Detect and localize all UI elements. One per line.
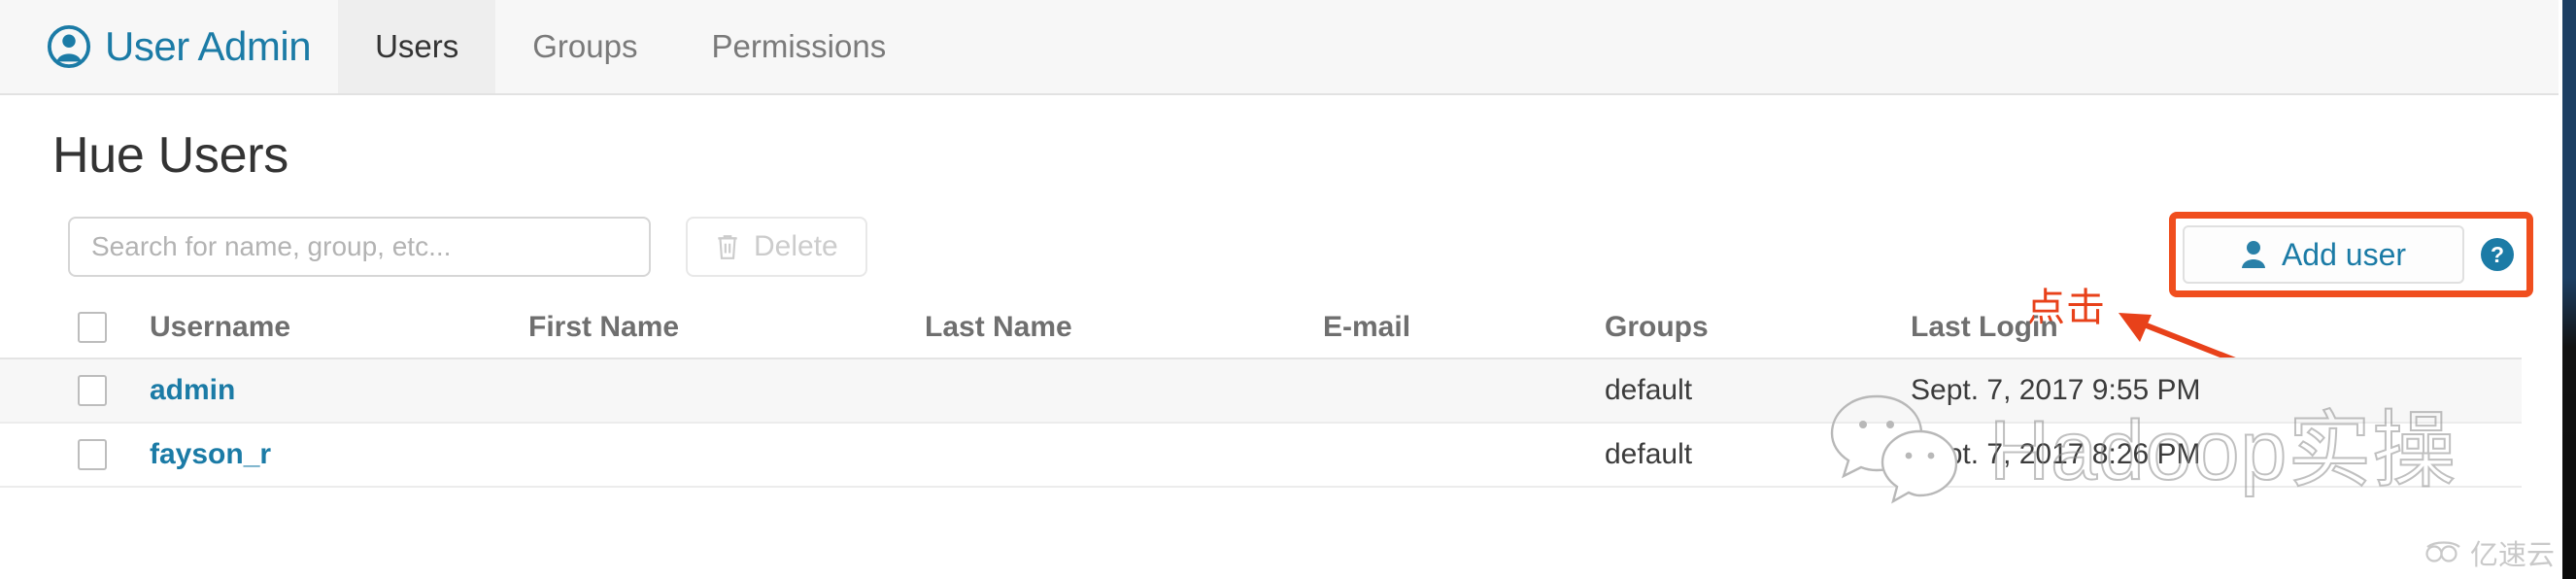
user-link[interactable]: fayson_r (150, 438, 271, 470)
top-navbar: User Admin Users Groups Permissions (0, 0, 2562, 95)
user-link[interactable]: admin (150, 374, 235, 406)
brand-user-admin[interactable]: User Admin (0, 0, 338, 93)
user-circle-icon (47, 24, 91, 69)
row-checkbox[interactable] (78, 375, 107, 406)
column-header-last-login: Last Login (1911, 311, 2058, 343)
delete-button[interactable]: Delete (686, 217, 867, 277)
table-header-row: Username First Name Last Name E-mail Gro… (0, 297, 2522, 359)
delete-button-label: Delete (754, 230, 838, 262)
page-title: Hue Users (52, 127, 288, 184)
nav-tab-list: Users Groups Permissions (338, 0, 923, 93)
column-header-first-name: First Name (528, 311, 680, 343)
select-all-checkbox[interactable] (78, 312, 107, 343)
highlight-box: Add user ? (2169, 212, 2533, 297)
add-user-cluster: Add user ? (2169, 212, 2533, 297)
add-user-button-label: Add user (2281, 236, 2407, 272)
tab-users[interactable]: Users (338, 0, 496, 93)
row-checkbox[interactable] (78, 439, 107, 470)
brand-label: User Admin (105, 23, 312, 69)
person-icon (2241, 240, 2266, 269)
tab-permissions-label: Permissions (711, 28, 887, 64)
tab-groups[interactable]: Groups (495, 0, 674, 93)
cell-groups: default (1605, 374, 1693, 406)
right-edge-strip (2562, 0, 2576, 579)
question-mark-icon[interactable]: ? (2478, 235, 2517, 274)
table-row[interactable]: fayson_r default Sept. 7, 2017 8:26 PM (0, 424, 2522, 488)
tab-users-label: Users (375, 28, 459, 64)
table-row[interactable]: admin default Sept. 7, 2017 9:55 PM (0, 359, 2522, 424)
cell-groups: default (1605, 438, 1693, 470)
cell-last-login: Sept. 7, 2017 8:26 PM (1911, 438, 2201, 470)
search-input[interactable] (68, 217, 651, 277)
svg-text:?: ? (2491, 242, 2504, 267)
column-header-groups: Groups (1605, 311, 1709, 343)
tab-groups-label: Groups (532, 28, 638, 64)
column-header-username: Username (150, 311, 291, 343)
users-table: Username First Name Last Name E-mail Gro… (0, 297, 2562, 488)
user-admin-page: User Admin Users Groups Permissions Hue … (0, 0, 2576, 579)
column-header-email: E-mail (1323, 311, 1411, 343)
trash-icon (715, 233, 740, 260)
tab-permissions[interactable]: Permissions (674, 0, 923, 93)
add-user-button[interactable]: Add user (2183, 225, 2464, 284)
column-header-last-name: Last Name (925, 311, 1072, 343)
cell-last-login: Sept. 7, 2017 9:55 PM (1911, 374, 2201, 406)
main-content: Hue Users Delete 点击 (0, 95, 2562, 579)
list-toolbar: Delete (68, 217, 867, 277)
